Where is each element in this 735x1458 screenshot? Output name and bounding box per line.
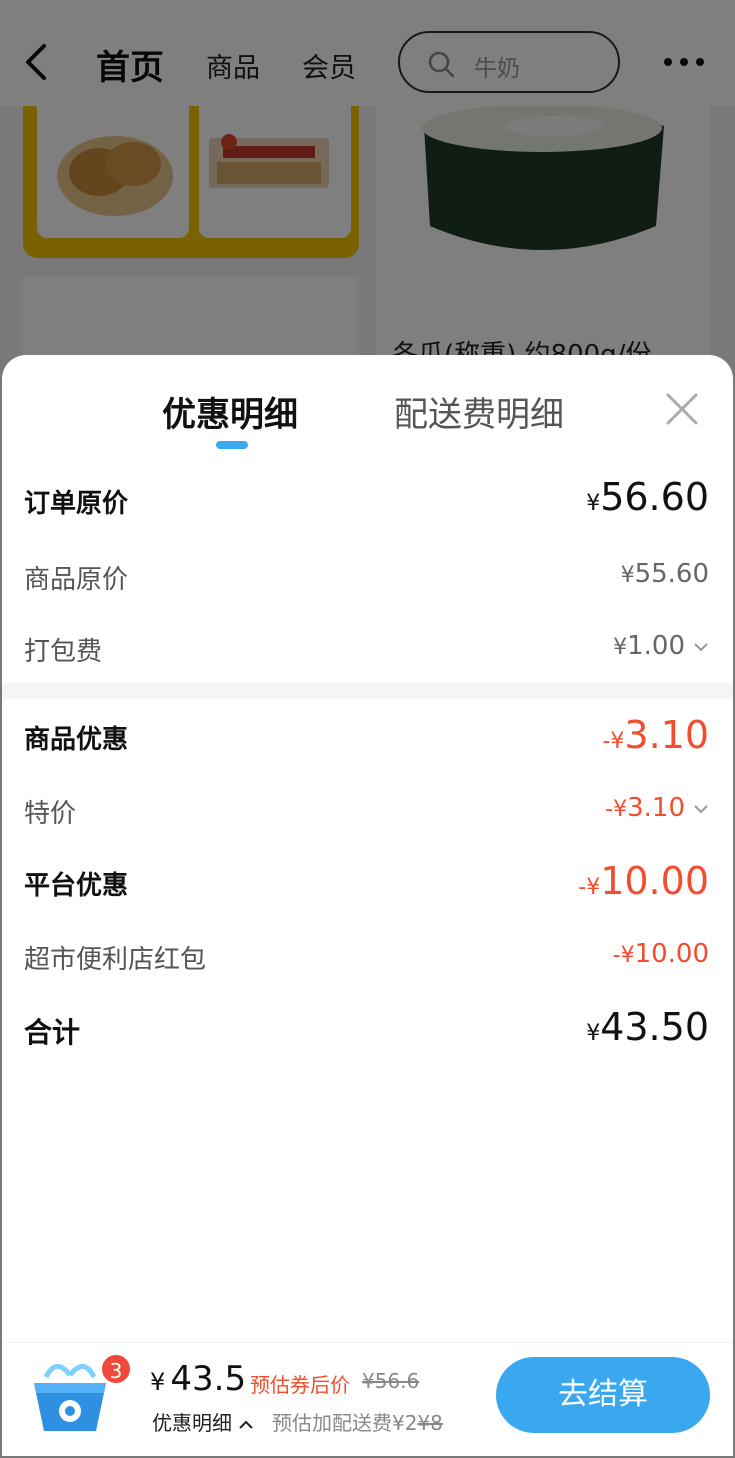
row-value: -¥3.10	[602, 713, 709, 757]
row-value: -¥10.00	[613, 939, 709, 969]
row-value: ¥56.60	[586, 475, 709, 519]
coupon-price-label: 预估券后价	[250, 1373, 350, 1397]
minus-yen-symbol: -¥	[602, 729, 625, 754]
amount: 10.00	[634, 939, 709, 969]
row-label: 平台优惠	[24, 871, 129, 901]
delivery-fee-old: ¥8	[417, 1411, 443, 1435]
original-price: ¥56.6	[362, 1369, 420, 1393]
row-label: 打包费	[24, 637, 103, 667]
total-amount: 43.5	[170, 1359, 247, 1399]
row-label: 商品原价	[24, 565, 129, 595]
chevron-down-icon[interactable]	[693, 804, 709, 814]
amount: 43.50	[600, 1005, 709, 1049]
amount: 1.00	[627, 631, 685, 661]
close-icon[interactable]	[664, 391, 700, 427]
amount: 56.60	[600, 475, 709, 519]
yen-symbol: ¥	[586, 1021, 601, 1046]
yen-symbol: ¥	[620, 563, 635, 588]
checkout-bar: 3 ¥ 43.5 预估券后价 ¥56.6 优惠明细 预估加配送费¥2¥8 去结算	[2, 1342, 733, 1456]
discount-detail-toggle[interactable]: 优惠明细	[152, 1407, 254, 1436]
row-order-original-price: 订单原价 ¥56.60	[2, 475, 733, 533]
yen-symbol: ¥	[613, 635, 628, 660]
yen-symbol: ¥	[586, 491, 601, 516]
section-divider	[2, 683, 733, 699]
row-value: ¥1.00	[613, 631, 709, 661]
row-platform-discount: 平台优惠 -¥10.00	[2, 859, 733, 915]
yen-symbol: ¥	[150, 1368, 166, 1396]
tab-delivery-fee-detail[interactable]: 配送费明细	[394, 387, 564, 436]
row-label: 特价	[24, 799, 77, 829]
row-value: -¥3.10	[605, 793, 709, 823]
chevron-up-icon	[239, 1420, 253, 1429]
detail-toggle-label: 优惠明细	[152, 1411, 232, 1435]
minus-yen-symbol: -¥	[605, 797, 628, 822]
checkout-button[interactable]: 去结算	[496, 1357, 710, 1433]
delivery-fee-text: 预估加配送费¥2	[272, 1411, 418, 1435]
row-total: 合计 ¥43.50	[2, 1005, 733, 1061]
amount: 3.10	[624, 713, 709, 757]
row-goods-original-price: 商品原价 ¥55.60	[2, 559, 733, 599]
discount-detail-sheet: 优惠明细 配送费明细 订单原价 ¥56.60 商品原价 ¥55.60 打包费 ¥…	[2, 355, 733, 1345]
minus-yen-symbol: -¥	[612, 943, 635, 968]
row-supermarket-red-packet: 超市便利店红包 -¥10.00	[2, 939, 733, 979]
amount: 3.10	[627, 793, 685, 823]
tab-discount-detail[interactable]: 优惠明细	[162, 387, 298, 436]
row-goods-discount: 商品优惠 -¥3.10	[2, 713, 733, 769]
cart-count-badge: 3	[100, 1353, 132, 1385]
row-label: 合计	[24, 1016, 81, 1049]
amount: 55.60	[634, 559, 709, 589]
row-special-price[interactable]: 特价 -¥3.10	[2, 793, 733, 833]
active-tab-indicator	[216, 441, 248, 449]
row-label: 超市便利店红包	[24, 945, 207, 975]
amount: 10.00	[600, 859, 709, 903]
estimated-total: ¥ 43.5	[150, 1359, 246, 1399]
row-value: -¥10.00	[578, 859, 709, 903]
minus-yen-symbol: -¥	[578, 875, 601, 900]
delivery-fee-estimate: 预估加配送费¥2¥8	[272, 1407, 443, 1436]
row-label: 商品优惠	[24, 725, 129, 755]
chevron-down-icon[interactable]	[693, 642, 709, 652]
row-packing-fee[interactable]: 打包费 ¥1.00	[2, 631, 733, 671]
row-value: ¥55.60	[621, 559, 709, 589]
row-value: ¥43.50	[586, 1005, 709, 1049]
row-label: 订单原价	[24, 489, 129, 519]
